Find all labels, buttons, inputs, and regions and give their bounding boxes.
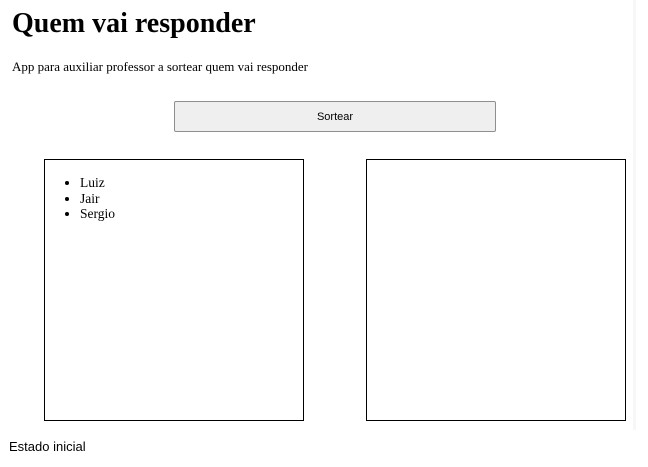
student-item: Sergio	[80, 206, 303, 222]
drawn-student-panel	[366, 159, 626, 421]
page-subtitle: App para auxiliar professor a sortear qu…	[12, 59, 308, 74]
image-caption: Estado inicial	[9, 439, 86, 454]
page-title: Quem vai responder	[12, 8, 256, 39]
frame-edge	[633, 0, 636, 430]
student-list-panel: Luiz Jair Sergio	[44, 159, 304, 421]
student-item: Luiz	[80, 175, 303, 191]
student-list: Luiz Jair Sergio	[45, 175, 303, 222]
student-item: Jair	[80, 191, 303, 207]
draw-button[interactable]: Sortear	[174, 101, 496, 132]
